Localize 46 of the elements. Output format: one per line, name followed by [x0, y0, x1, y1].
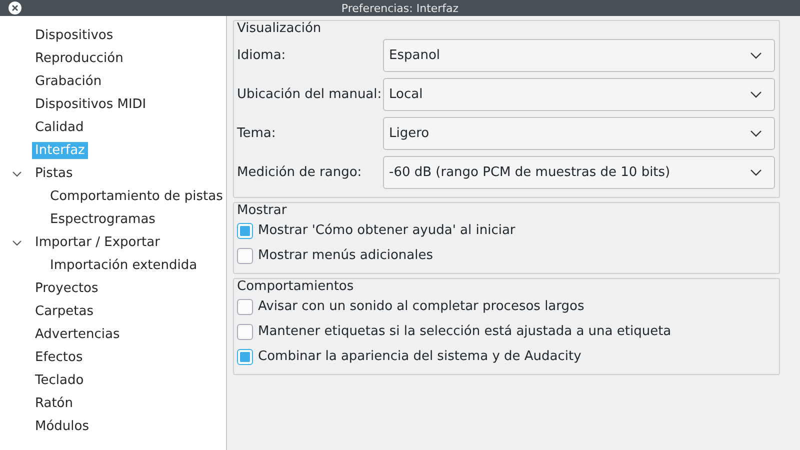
checkbox-label[interactable]: Combinar la apariencia del sistema y de Audacity	[258, 349, 582, 364]
sidebar-item[interactable]: Dispositivos	[32, 27, 116, 44]
checkbox-label[interactable]: Mostrar 'Cómo obtener ayuda' al iniciar	[258, 223, 516, 238]
sidebar-item[interactable]: Reproducción	[32, 50, 126, 67]
dropdown[interactable]: Local	[383, 78, 775, 111]
dropdown[interactable]: Ligero	[383, 117, 775, 150]
sidebar-item[interactable]: Módulos	[32, 418, 92, 435]
checkbox[interactable]	[237, 348, 253, 364]
checkbox[interactable]	[237, 324, 253, 340]
sidebar-item[interactable]: Dispositivos MIDI	[32, 96, 150, 113]
sidebar-item[interactable]: Importación extendida	[47, 257, 200, 274]
checkbox-label[interactable]: Avisar con un sonido al completar procesos largos	[258, 299, 584, 314]
chevron-icon	[750, 52, 762, 60]
sidebar-item[interactable]: Carpetas	[32, 303, 96, 320]
sidebar-item[interactable]: Calidad	[32, 119, 87, 136]
checkbox[interactable]	[237, 298, 253, 314]
sidebar-item[interactable]: Grabación	[32, 73, 105, 90]
group-title: Visualización	[237, 21, 322, 36]
field-label: Medición de rango:	[237, 165, 363, 180]
sidebar-item[interactable]: Ratón	[32, 395, 76, 412]
sidebar-item[interactable]: Pistas	[32, 165, 76, 182]
close-icon[interactable]	[8, 1, 22, 15]
dropdown[interactable]: -60 dB (rango PCM de muestras de 10 bits)	[383, 156, 775, 189]
chevron-icon[interactable]	[12, 238, 22, 248]
checkbox-label[interactable]: Mostrar menús adicionales	[258, 248, 434, 263]
sidebar-item[interactable]: Comportamiento de pistas	[47, 188, 226, 205]
sidebar-item[interactable]: Proyectos	[32, 280, 102, 297]
sidebar-item[interactable]: Espectrogramas	[47, 211, 158, 228]
checkbox[interactable]	[237, 222, 253, 238]
sidebar-item[interactable]: Advertencias	[32, 326, 123, 343]
chevron-icon	[750, 130, 762, 138]
chevron-icon[interactable]	[12, 168, 22, 178]
checkbox[interactable]	[237, 248, 253, 264]
dropdown[interactable]: Espanol	[383, 39, 775, 72]
chevron-icon	[750, 90, 762, 98]
checkbox-label[interactable]: Mantener etiquetas si la selección está ajustada a una etiqueta	[258, 324, 672, 339]
group-title: Mostrar	[237, 203, 288, 218]
group-title: Comportamientos	[237, 279, 355, 294]
field-label: Tema:	[237, 126, 277, 141]
sidebar-item[interactable]: Importar / Exportar	[32, 234, 163, 251]
field-label: Ubicación del manual:	[237, 87, 383, 102]
sidebar-item[interactable]: Efectos	[32, 349, 86, 366]
window-title: Preferencias: Interfaz	[341, 2, 459, 14]
field-label: Idioma:	[237, 48, 287, 63]
chevron-icon	[750, 168, 762, 176]
sidebar-item[interactable]: Teclado	[32, 372, 87, 389]
